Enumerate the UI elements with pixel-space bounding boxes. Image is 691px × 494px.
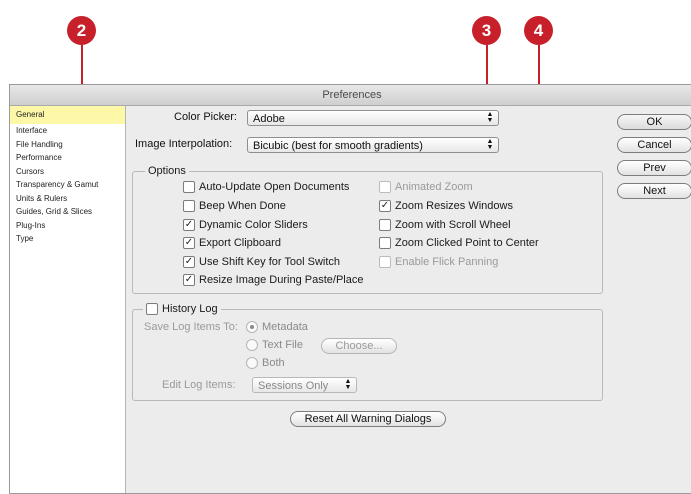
preferences-window: Preferences General Interface File Handl… — [9, 84, 691, 494]
metadata-radio[interactable]: Metadata — [246, 321, 308, 333]
beep-when-done-checkbox[interactable]: Beep When Done — [183, 200, 286, 212]
preferences-sidebar: General Interface File Handling Performa… — [10, 106, 126, 493]
sidebar-item-general[interactable]: General — [10, 106, 125, 124]
color-picker-value: Adobe — [253, 113, 285, 125]
sidebar-item-plug-ins[interactable]: Plug-Ins — [10, 219, 125, 233]
callout-2: 2 — [67, 16, 96, 45]
options-group-title: Options — [145, 165, 189, 177]
export-clipboard-checkbox[interactable]: ✓ Export Clipboard — [183, 237, 281, 249]
auto-update-checkbox[interactable]: Auto-Update Open Documents — [183, 181, 349, 193]
color-picker-label: Color Picker: — [174, 111, 237, 123]
flick-panning-checkbox[interactable]: Enable Flick Panning — [379, 256, 498, 268]
shift-key-tool-switch-checkbox[interactable]: ✓ Use Shift Key for Tool Switch — [183, 256, 340, 268]
zoom-scroll-wheel-checkbox[interactable]: Zoom with Scroll Wheel — [379, 219, 511, 231]
sidebar-item-transparency-gamut[interactable]: Transparency & Gamut — [10, 178, 125, 192]
text-file-radio[interactable]: Text File — [246, 339, 303, 351]
zoom-clicked-point-checkbox[interactable]: Zoom Clicked Point to Center — [379, 237, 539, 249]
next-button[interactable]: Next — [617, 183, 691, 199]
choose-button[interactable]: Choose... — [321, 338, 397, 354]
save-log-items-label: Save Log Items To: — [144, 321, 238, 333]
sidebar-item-type[interactable]: Type — [10, 232, 125, 246]
sidebar-item-units-rulers[interactable]: Units & Rulers — [10, 192, 125, 206]
image-interpolation-value: Bicubic (best for smooth gradients) — [253, 140, 423, 152]
image-interpolation-label: Image Interpolation: — [135, 138, 233, 150]
callout-3: 3 — [472, 16, 501, 45]
ok-button[interactable]: OK — [617, 114, 691, 130]
both-radio[interactable]: Both — [246, 357, 285, 369]
resize-image-paste-checkbox[interactable]: ✓ Resize Image During Paste/Place — [183, 274, 363, 286]
edit-log-items-label: Edit Log Items: — [162, 379, 236, 391]
sidebar-item-performance[interactable]: Performance — [10, 151, 125, 165]
edit-log-items-select[interactable]: Sessions Only ▲ ▼ — [252, 377, 357, 393]
image-interpolation-select[interactable]: Bicubic (best for smooth gradients) ▲ ▼ — [247, 137, 499, 153]
animated-zoom-checkbox[interactable]: Animated Zoom — [379, 181, 473, 193]
zoom-resizes-windows-checkbox[interactable]: ✓ Zoom Resizes Windows — [379, 200, 513, 212]
sidebar-item-interface[interactable]: Interface — [10, 124, 125, 138]
prev-button[interactable]: Prev — [617, 160, 691, 176]
sidebar-item-cursors[interactable]: Cursors — [10, 165, 125, 179]
select-arrows-icon: ▲ ▼ — [486, 138, 494, 151]
sidebar-item-file-handling[interactable]: File Handling — [10, 138, 125, 152]
checkmark-icon: ✓ — [379, 200, 391, 212]
cancel-button[interactable]: Cancel — [617, 137, 691, 153]
reset-warning-dialogs-button[interactable]: Reset All Warning Dialogs — [290, 411, 446, 427]
edit-log-items-value: Sessions Only — [258, 380, 329, 392]
callout-4: 4 — [524, 16, 553, 45]
dynamic-color-sliders-checkbox[interactable]: ✓ Dynamic Color Sliders — [183, 219, 308, 231]
checkmark-icon: ✓ — [183, 256, 195, 268]
history-log-checkbox[interactable]: History Log — [143, 303, 221, 315]
checkmark-icon: ✓ — [183, 219, 195, 231]
color-picker-select[interactable]: Adobe ▲ ▼ — [247, 110, 499, 126]
sidebar-item-guides-grid-slices[interactable]: Guides, Grid & Slices — [10, 205, 125, 219]
checkmark-icon: ✓ — [183, 274, 195, 286]
select-arrows-icon: ▲ ▼ — [344, 378, 352, 391]
checkmark-icon: ✓ — [183, 237, 195, 249]
select-arrows-icon: ▲ ▼ — [486, 111, 494, 124]
window-title: Preferences — [10, 85, 691, 106]
